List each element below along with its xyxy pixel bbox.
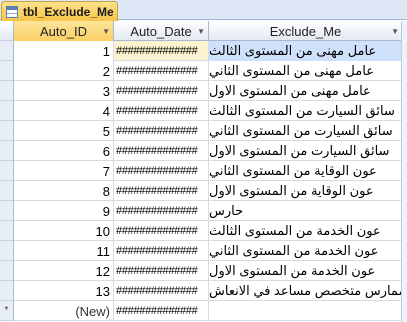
auto-date-cell[interactable]: ############## xyxy=(114,201,209,221)
document-tab-strip: tbl_Exclude_Me xyxy=(0,0,407,21)
auto-id-cell[interactable]: 5 xyxy=(14,121,114,141)
column-header-auto-id[interactable]: Auto_ID ▼ xyxy=(14,21,114,41)
exclude-me-cell[interactable]: سائق السيارت من المستوى الاول xyxy=(209,141,403,161)
exclude-me-cell[interactable]: عون الخدمة من المستوى الثاني xyxy=(209,241,403,261)
dropdown-arrow-icon[interactable]: ▼ xyxy=(197,27,205,36)
exclude-me-cell[interactable]: عامل مهنى من المستوى الثاني xyxy=(209,61,403,81)
exclude-me-cell[interactable] xyxy=(209,301,403,321)
exclude-me-cell[interactable]: عامل مهنى من المستوى الاول xyxy=(209,81,403,101)
auto-id-cell[interactable]: 6 xyxy=(14,141,114,161)
row-selector[interactable] xyxy=(0,141,14,161)
auto-date-cell[interactable]: ############## xyxy=(114,61,209,81)
table-row[interactable]: 9 ############## حارس xyxy=(14,201,407,221)
auto-date-cell[interactable]: ############## xyxy=(114,241,209,261)
column-header-auto-date[interactable]: Auto_Date ▼ xyxy=(114,21,209,41)
row-selector[interactable] xyxy=(0,81,14,101)
table-row[interactable]: 11 ############## عون الخدمة من المستوى ال… xyxy=(14,241,407,261)
table-row[interactable]: 2 ############## عامل مهنى من المستوى الثا… xyxy=(14,61,407,81)
table-row[interactable]: 13 ############## ممارس متخصص مساعد في الا… xyxy=(14,281,407,301)
auto-date-cell[interactable]: ############## xyxy=(114,221,209,241)
row-selector[interactable] xyxy=(0,41,14,61)
auto-id-cell[interactable]: 12 xyxy=(14,261,114,281)
exclude-me-cell[interactable]: عامل مهنى من المستوى الثالث xyxy=(209,41,403,61)
row-selector[interactable] xyxy=(0,181,14,201)
auto-id-cell[interactable]: 4 xyxy=(14,101,114,121)
table-row[interactable]: 5 ############## سائق السيارت من المستوى ا… xyxy=(14,121,407,141)
vertical-scrollbar[interactable] xyxy=(401,21,407,322)
column-header-row: Auto_ID ▼ Auto_Date ▼ Exclude_Me ▼ xyxy=(0,21,407,41)
auto-id-cell[interactable]: 9 xyxy=(14,201,114,221)
auto-id-cell[interactable]: 1 xyxy=(14,41,114,61)
auto-id-cell[interactable]: 3 xyxy=(14,81,114,101)
table-row[interactable]: 3 ############## عامل مهنى من المستوى الاو… xyxy=(14,81,407,101)
row-selector[interactable] xyxy=(0,221,14,241)
auto-id-cell[interactable]: 7 xyxy=(14,161,114,181)
auto-date-cell[interactable]: ############## xyxy=(114,281,209,301)
new-record-selector[interactable]: * xyxy=(0,301,14,321)
auto-date-cell[interactable]: ############## xyxy=(114,301,209,321)
column-header-label: Auto_Date xyxy=(130,23,192,39)
exclude-me-cell[interactable]: سائق السيارت من المستوى الثاني xyxy=(209,121,403,141)
auto-date-cell[interactable]: ############## xyxy=(114,181,209,201)
exclude-me-cell[interactable]: عون الوقاية من المستوى الثاني xyxy=(209,161,403,181)
exclude-me-cell[interactable]: سائق السيارت من المستوى الثالث xyxy=(209,101,403,121)
exclude-me-cell[interactable]: عون الخدمة من المستوى الاول xyxy=(209,261,403,281)
exclude-me-cell[interactable]: ممارس متخصص مساعد في الانعاش xyxy=(209,281,403,301)
table-row[interactable]: 6 ############## سائق السيارت من المستوى ا… xyxy=(14,141,407,161)
dropdown-arrow-icon[interactable]: ▼ xyxy=(102,27,110,36)
column-header-label: Exclude_Me xyxy=(269,23,342,39)
select-all-corner[interactable] xyxy=(0,21,14,41)
row-selector[interactable] xyxy=(0,281,14,301)
column-header-exclude-me[interactable]: Exclude_Me ▼ xyxy=(209,21,403,41)
table-row[interactable]: 12 ############## عون الخدمة من المستوى ال… xyxy=(14,261,407,281)
auto-date-cell[interactable]: ############## xyxy=(114,121,209,141)
table-row[interactable]: 8 ############## عون الوقاية من المستوى ال… xyxy=(14,181,407,201)
auto-id-cell[interactable]: 10 xyxy=(14,221,114,241)
auto-id-cell[interactable]: 11 xyxy=(14,241,114,261)
auto-id-cell[interactable]: 8 xyxy=(14,181,114,201)
auto-id-cell[interactable]: 13 xyxy=(14,281,114,301)
tab-label: tbl_Exclude_Me xyxy=(23,4,114,19)
row-selector[interactable] xyxy=(0,61,14,81)
row-selector[interactable] xyxy=(0,241,14,261)
row-selector[interactable] xyxy=(0,101,14,121)
auto-date-cell[interactable]: ############## xyxy=(114,141,209,161)
auto-date-cell[interactable]: ############## xyxy=(114,161,209,181)
auto-date-cell[interactable]: ############## xyxy=(114,101,209,121)
new-record-row[interactable]: (New) ############## xyxy=(14,301,407,321)
auto-date-cell[interactable]: ############## xyxy=(114,41,209,61)
auto-date-cell[interactable]: ############## xyxy=(114,261,209,281)
row-selector[interactable] xyxy=(0,201,14,221)
dropdown-arrow-icon[interactable]: ▼ xyxy=(391,27,399,36)
auto-id-cell[interactable]: 2 xyxy=(14,61,114,81)
auto-date-cell[interactable]: ############## xyxy=(114,81,209,101)
exclude-me-cell[interactable]: عون الخدمة من المستوى الثالث xyxy=(209,221,403,241)
row-selector[interactable] xyxy=(0,121,14,141)
table-icon xyxy=(6,5,18,18)
tab-tbl-exclude-me[interactable]: tbl_Exclude_Me xyxy=(1,1,118,21)
auto-id-cell[interactable]: (New) xyxy=(14,301,114,321)
table-row[interactable]: 4 ############## سائق السيارت من المستوى ا… xyxy=(14,101,407,121)
column-header-label: Auto_ID xyxy=(40,23,87,39)
row-selector[interactable] xyxy=(0,161,14,181)
exclude-me-cell[interactable]: حارس xyxy=(209,201,403,221)
row-selector[interactable] xyxy=(0,261,14,281)
table-row[interactable]: 1 ############## عامل مهنى من المستوى الثا… xyxy=(14,41,407,61)
table-row[interactable]: 7 ############## عون الوقاية من المستوى ال… xyxy=(14,161,407,181)
exclude-me-cell[interactable]: عون الوقاية من المستوى الاول xyxy=(209,181,403,201)
table-row[interactable]: 10 ############## عون الخدمة من المستوى ال… xyxy=(14,221,407,241)
